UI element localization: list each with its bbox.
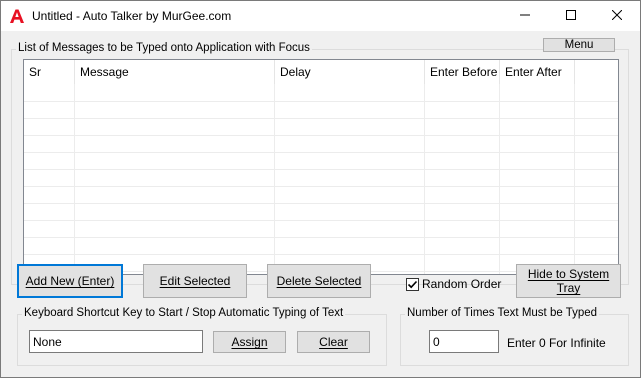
column-delay[interactable]: Delay bbox=[275, 60, 425, 84]
messages-group-label: List of Messages to be Typed onto Applic… bbox=[16, 42, 312, 54]
column-enter-before[interactable]: Enter Before bbox=[425, 60, 500, 84]
hide-to-tray-button[interactable]: Hide to System Tray bbox=[516, 264, 621, 298]
shortcut-key-field[interactable] bbox=[29, 330, 203, 353]
times-group-label: Number of Times Text Must be Typed bbox=[405, 307, 600, 319]
window-controls bbox=[502, 1, 640, 31]
random-order-checkbox[interactable]: Random Order bbox=[406, 277, 501, 291]
edit-selected-label: Edit Selected bbox=[159, 274, 231, 288]
column-message[interactable]: Message bbox=[75, 60, 275, 84]
shortcut-group-label: Keyboard Shortcut Key to Start / Stop Au… bbox=[22, 307, 346, 319]
column-enter-after[interactable]: Enter After bbox=[500, 60, 575, 84]
clear-button[interactable]: Clear bbox=[297, 331, 370, 353]
window-title: Untitled - Auto Talker by MurGee.com bbox=[32, 9, 232, 23]
random-order-label: Random Order bbox=[422, 277, 502, 291]
maximize-icon bbox=[566, 9, 576, 23]
red-a-letter-icon bbox=[9, 8, 25, 24]
client-area: List of Messages to be Typed onto Applic… bbox=[1, 31, 640, 377]
checkmark-icon[interactable] bbox=[406, 277, 419, 291]
app-window: Untitled - Auto Talker by MurGee.com Lis… bbox=[0, 0, 641, 378]
list-header: Sr Message Delay Enter Before Enter Afte… bbox=[24, 60, 575, 84]
column-sr[interactable]: Sr bbox=[24, 60, 75, 84]
add-new-label: Add New (Enter) bbox=[25, 274, 115, 288]
add-new-button[interactable]: Add New (Enter) bbox=[17, 264, 123, 298]
clear-label: Clear bbox=[319, 335, 348, 349]
delete-selected-label: Delete Selected bbox=[276, 274, 362, 288]
close-icon bbox=[611, 9, 623, 23]
delete-selected-button[interactable]: Delete Selected bbox=[267, 264, 371, 298]
assign-label: Assign bbox=[231, 335, 268, 349]
close-button[interactable] bbox=[594, 1, 640, 31]
infinite-hint: Enter 0 For Infinite bbox=[507, 336, 606, 350]
hide-to-tray-label: Hide to System Tray bbox=[527, 267, 610, 295]
times-count-field[interactable] bbox=[429, 330, 499, 353]
title-bar[interactable]: Untitled - Auto Talker by MurGee.com bbox=[1, 1, 640, 31]
minimize-button[interactable] bbox=[502, 1, 548, 31]
minimize-icon bbox=[520, 9, 530, 23]
menu-button[interactable]: Menu bbox=[543, 38, 615, 52]
maximize-button[interactable] bbox=[548, 1, 594, 31]
messages-list[interactable]: Sr Message Delay Enter Before Enter Afte… bbox=[23, 59, 619, 275]
edit-selected-button[interactable]: Edit Selected bbox=[143, 264, 247, 298]
assign-button[interactable]: Assign bbox=[213, 331, 286, 353]
list-body[interactable] bbox=[24, 84, 618, 274]
